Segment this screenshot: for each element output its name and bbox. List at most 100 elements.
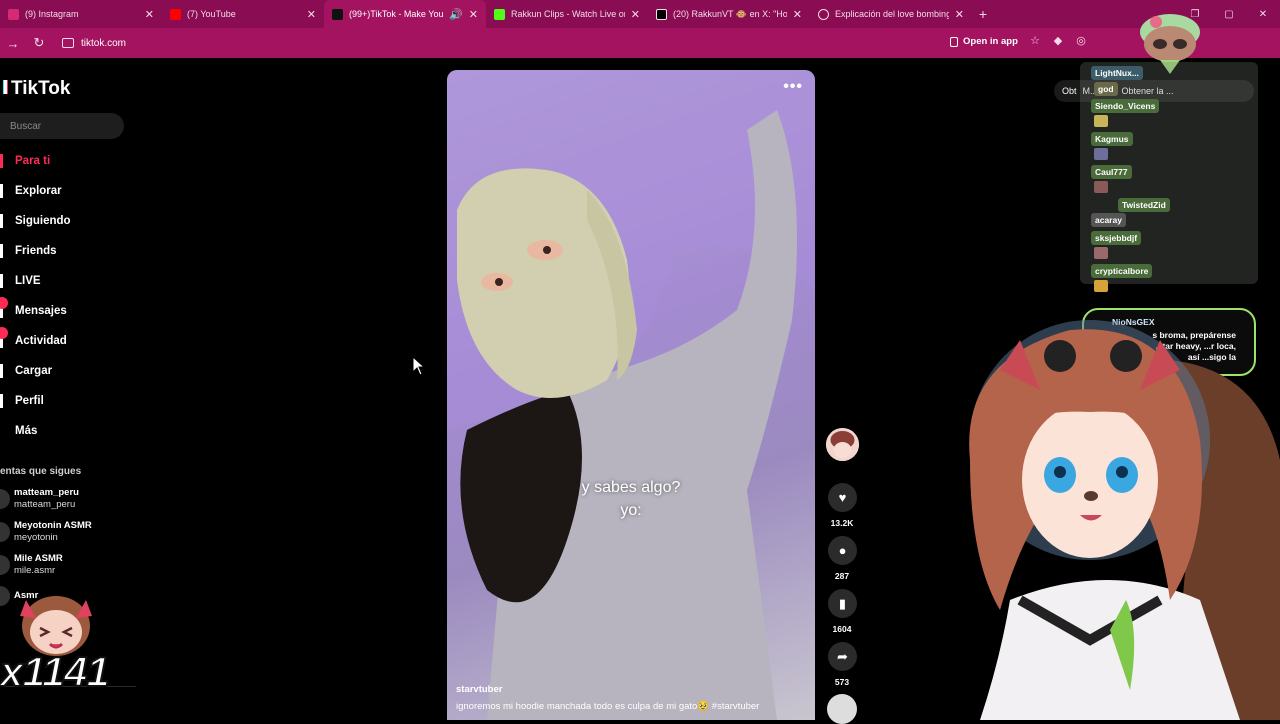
save-button[interactable]: ▮: [828, 589, 857, 618]
comment-button[interactable]: ●: [828, 536, 857, 565]
home-icon: [0, 154, 10, 168]
more-options-icon[interactable]: •••: [783, 78, 803, 96]
chat-username: acaray: [1091, 213, 1126, 227]
tab-label: (9) Instagram: [25, 9, 79, 19]
nav-label: Mensajes: [15, 305, 67, 317]
share-button[interactable]: ➦: [828, 642, 857, 671]
nav-label: Más: [15, 425, 38, 437]
chat-emote: [1094, 115, 1108, 127]
tab-love-bombing[interactable]: Explicación del love bombing ✕: [810, 0, 972, 28]
kick-icon: [494, 8, 505, 20]
url-field[interactable]: tiktok.com: [62, 38, 126, 49]
nav-more[interactable]: Más: [0, 421, 37, 441]
chat-username: Caul777: [1091, 165, 1132, 179]
more-icon: [0, 424, 10, 438]
nav-following[interactable]: Siguiendo: [0, 211, 71, 231]
nav-label: Para ti: [15, 155, 51, 167]
open-in-app-button[interactable]: Open in app: [950, 36, 1018, 47]
nav-label: LIVE: [15, 275, 41, 287]
account-username: mile.asmr: [14, 565, 56, 576]
chat-username: Siendo_Vicens: [1091, 99, 1160, 113]
like-count: 13.2K: [830, 518, 854, 528]
followed-account[interactable]: Meyotonin ASMR meyotonin: [0, 520, 92, 544]
caption-line: yo:: [620, 502, 642, 519]
tab-label: Rakkun Clips - Watch Live on Kick: [511, 9, 625, 19]
youtube-icon: [170, 8, 181, 20]
x-icon: [656, 8, 667, 20]
tab-label: (20) RakkunVT 🐵 en X: "Ho: [673, 8, 787, 19]
friends-icon: [0, 244, 10, 258]
forward-icon[interactable]: →: [0, 36, 26, 51]
close-icon[interactable]: ✕: [955, 8, 964, 21]
comment-icon: ●: [838, 543, 847, 558]
tab-label: Explicación del love bombing: [835, 9, 949, 19]
vtuber-avatar: [969, 320, 1280, 720]
close-window-icon[interactable]: ✕: [1246, 9, 1280, 20]
close-icon[interactable]: ✕: [631, 8, 640, 21]
video-username[interactable]: starvtuber: [456, 684, 502, 695]
live-icon: [0, 274, 10, 288]
nav-activity[interactable]: Actividad: [0, 327, 67, 351]
chat-emote: [1094, 148, 1108, 160]
tiktok-logo-icon: [0, 80, 10, 98]
chat-emote: [1094, 181, 1108, 193]
followed-account[interactable]: Mile ASMR mile.asmr: [0, 553, 63, 577]
avatar: [0, 489, 10, 509]
nav-live[interactable]: LIVE: [0, 271, 41, 291]
chat-username: sksjebbdjf: [1091, 231, 1142, 245]
close-icon[interactable]: ✕: [145, 8, 154, 21]
profile-icon: [0, 394, 10, 408]
account-name: matteam_peru: [14, 487, 79, 498]
like-button[interactable]: ♥: [828, 483, 857, 512]
video-player[interactable]: ••• y sabes algo? yo: starvtuber ignorem…: [447, 70, 815, 720]
nav-messages[interactable]: Mensajes: [0, 297, 67, 321]
new-tab-button[interactable]: +: [972, 6, 994, 22]
nav-upload[interactable]: Cargar: [0, 361, 52, 381]
creator-avatar[interactable]: [826, 428, 859, 461]
nav-label: Explorar: [15, 185, 62, 197]
globe-icon: [818, 8, 829, 20]
tiktok-logo[interactable]: TikTok: [0, 78, 70, 100]
chat-username: TwistedZid: [1118, 198, 1170, 212]
speaker-icon[interactable]: 🔊: [449, 8, 463, 21]
site-info-icon[interactable]: [62, 38, 74, 48]
nav-profile[interactable]: Perfil: [0, 391, 44, 411]
close-icon[interactable]: ✕: [469, 8, 478, 21]
tab-instagram[interactable]: (9) Instagram ✕: [0, 0, 162, 28]
nav-label: Cargar: [15, 365, 53, 377]
nav-label: Perfil: [15, 395, 44, 407]
open-in-app-label: Open in app: [963, 36, 1018, 47]
account-username: meyotonin: [14, 532, 58, 543]
video-description: ignoremos mi hoodie manchada todo es cul…: [456, 701, 760, 712]
star-icon[interactable]: ☆: [1028, 34, 1042, 48]
chat-username: crypticalbore: [1091, 264, 1153, 278]
close-icon[interactable]: ✕: [307, 8, 316, 21]
nav-friends[interactable]: Friends: [0, 241, 57, 261]
tab-x[interactable]: (20) RakkunVT 🐵 en X: "Ho ✕: [648, 0, 810, 28]
logo-text: TikTok: [11, 78, 71, 99]
save-count: 1604: [832, 624, 852, 634]
search-input[interactable]: Buscar: [0, 113, 124, 139]
get-app-left[interactable]: Obt: [1062, 86, 1077, 96]
app-icon: [950, 36, 958, 47]
counter-overlay: x1141: [0, 647, 111, 696]
tab-youtube[interactable]: (7) YouTube ✕: [162, 0, 324, 28]
tab-tiktok[interactable]: (99+)TikTok - Make Your Day 🔊 ✕: [324, 0, 486, 28]
avatar: [0, 522, 10, 542]
account-name: Mile ASMR: [14, 553, 63, 564]
browser-tab-bar: (9) Instagram ✕ (7) YouTube ✕ (99+)TikTo…: [0, 0, 1280, 28]
nav-for-you[interactable]: Para ti: [0, 151, 50, 171]
followed-account[interactable]: matteam_peru matteam_peru: [0, 487, 79, 511]
extension-icon[interactable]: ◆: [1051, 34, 1065, 48]
maximize-icon[interactable]: ▢: [1212, 9, 1246, 20]
mouse-cursor-icon: [412, 356, 426, 376]
nav-explore[interactable]: Explorar: [0, 181, 62, 201]
close-icon[interactable]: ✕: [793, 8, 802, 21]
instagram-icon: [8, 8, 19, 20]
following-icon: [0, 214, 10, 228]
extension-icon[interactable]: ◎: [1074, 34, 1088, 48]
tab-kick[interactable]: Rakkun Clips - Watch Live on Kick ✕: [486, 0, 648, 28]
following-section-title: entas que sigues: [0, 466, 82, 477]
reload-icon[interactable]: ↻: [26, 35, 52, 51]
chat-username: god: [1094, 82, 1118, 96]
